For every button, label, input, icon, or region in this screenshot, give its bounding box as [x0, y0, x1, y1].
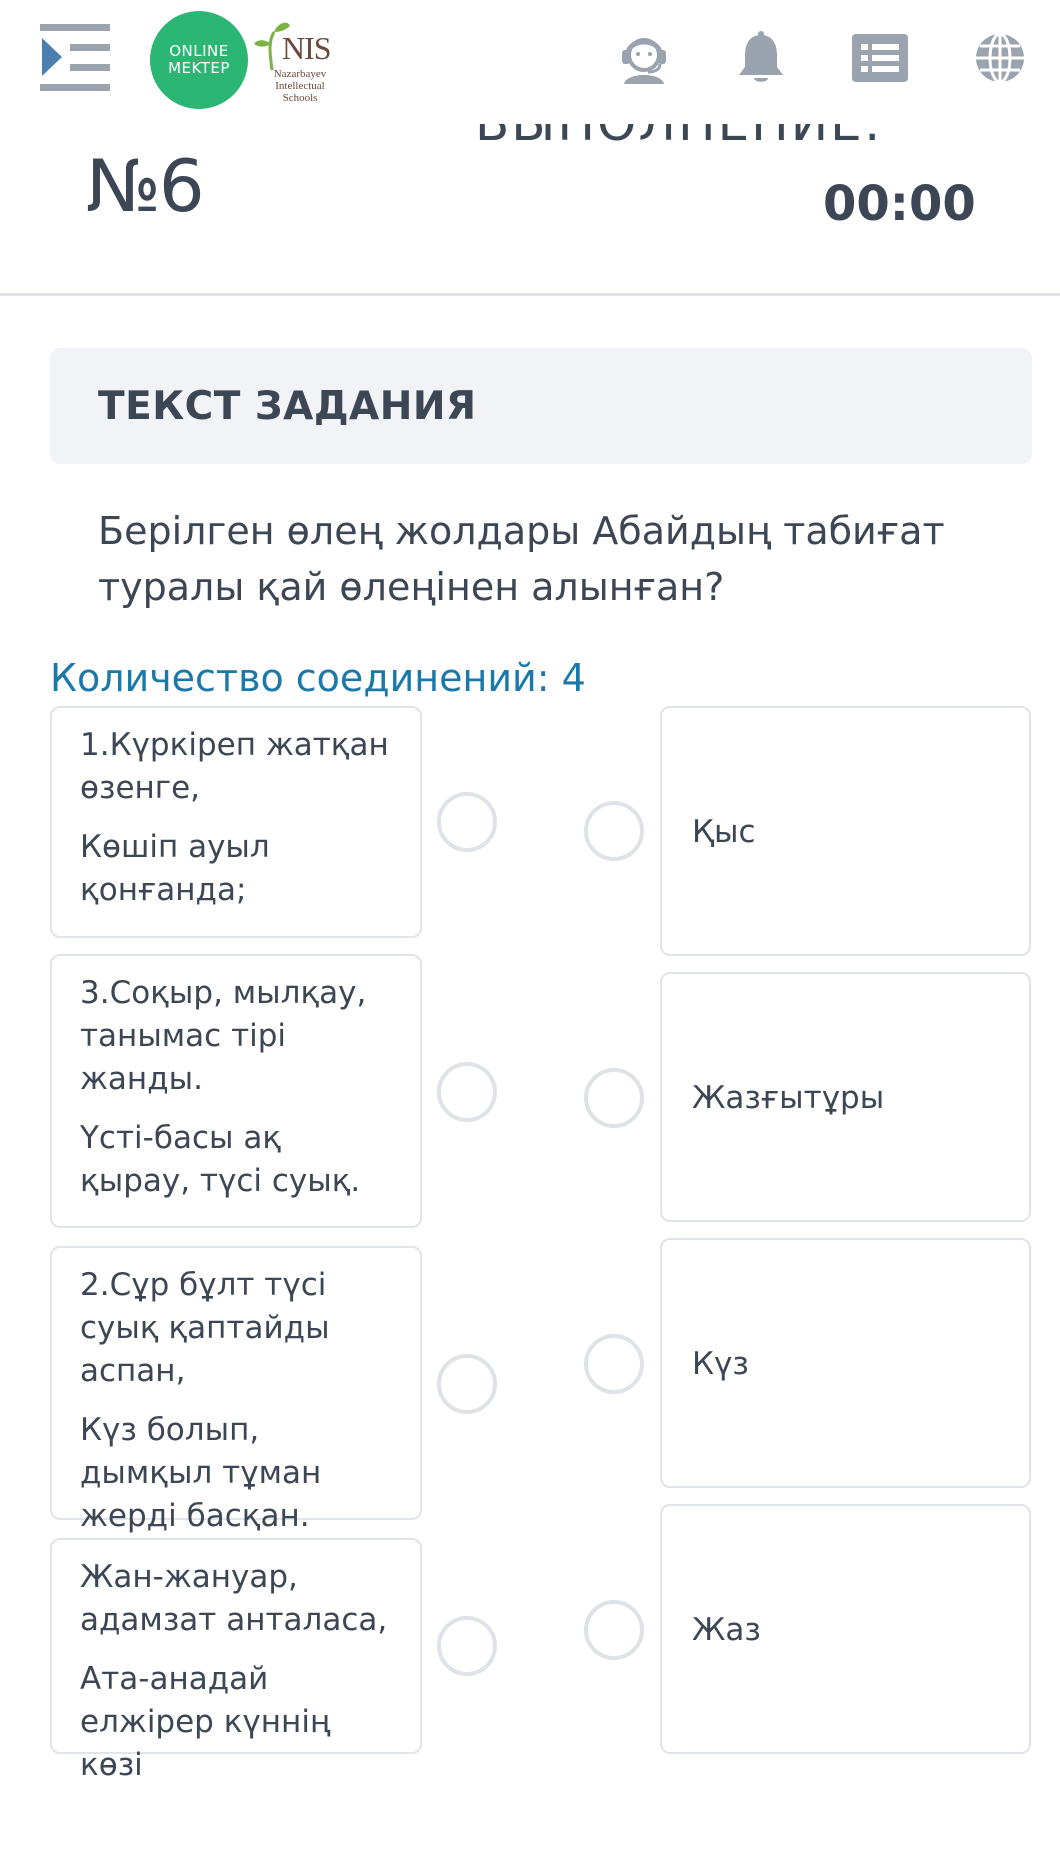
left-item-line1: Жан-жануар, адамзат анталаса,	[80, 1559, 388, 1638]
right-item-3[interactable]: Күз	[660, 1238, 1031, 1488]
right-item-1[interactable]: Қыс	[660, 706, 1031, 956]
task-text-section: ТЕКСТ ЗАДАНИЯ	[50, 348, 1032, 464]
left-item-2[interactable]: 3.Соқыр, мылқау, танымас тірі жанды. Үст…	[50, 954, 422, 1228]
right-item-label: Күз	[692, 1346, 749, 1382]
bell-icon[interactable]	[731, 28, 791, 88]
left-item-4[interactable]: Жан-жануар, адамзат анталаса, Ата-анадай…	[50, 1538, 422, 1783]
left-item-1[interactable]: 1.Күркіреп жатқан өзенге, Көшіп ауыл қон…	[50, 706, 422, 938]
nis-sub-line2: Intellectual	[275, 80, 325, 92]
list-icon[interactable]	[850, 28, 910, 88]
logo-text-line2: MEKTEP	[168, 59, 230, 77]
right-item-2[interactable]: Жазғытұры	[660, 972, 1031, 1222]
nis-sub-line3: Schools	[282, 92, 318, 104]
online-mektep-logo[interactable]: ONLINE MEKTEP	[150, 11, 248, 109]
section-title: ТЕКСТ ЗАДАНИЯ	[98, 384, 477, 429]
right-connector-4[interactable]	[584, 1600, 644, 1660]
left-item-3[interactable]: 2.Сұр бұлт түсі суық қаптайды аспан, Күз…	[50, 1246, 422, 1534]
left-connector-2[interactable]	[437, 1062, 497, 1122]
right-item-label: Жаз	[692, 1612, 761, 1648]
timer: 00:00	[823, 176, 976, 232]
left-item-line2: Ата-анадай елжірер күннің көзі	[80, 1661, 331, 1783]
right-item-label: Қыс	[692, 814, 756, 850]
left-item-line2: Көшіп ауыл қонғанда;	[80, 829, 270, 908]
nis-title: NIS	[282, 30, 332, 66]
right-connector-2[interactable]	[584, 1068, 644, 1128]
nis-sub-line1: Nazarbayev	[273, 68, 327, 80]
task-title-band: №6 ВЫПОЛНЕНИЕ: 00:00	[0, 124, 1060, 296]
right-connector-3[interactable]	[584, 1334, 644, 1394]
left-connector-1[interactable]	[437, 792, 497, 852]
left-connector-3[interactable]	[437, 1354, 497, 1414]
support-agent-icon[interactable]	[614, 28, 674, 88]
right-item-4[interactable]: Жаз	[660, 1504, 1031, 1754]
left-item-line1: 2.Сұр бұлт түсі суық қаптайды аспан,	[80, 1267, 330, 1389]
question-text: Берілген өлең жолдары Абайдың табиғат ту…	[98, 509, 945, 609]
left-item-line1: 1.Күркіреп жатқан өзенге,	[80, 727, 389, 806]
left-item-line1: 3.Соқыр, мылқау, танымас тірі жанды.	[80, 975, 367, 1097]
task-number: №6	[86, 144, 205, 228]
execution-label: ВЫПОЛНЕНИЕ:	[475, 124, 883, 152]
nis-subtitle: Nazarbayev Intellectual Schools	[258, 68, 342, 104]
top-bar: ONLINE MEKTEP NIS Nazarbayev Intellectua…	[0, 0, 1060, 124]
connections-count: Количество соединений: 4	[50, 656, 586, 700]
menu-icon[interactable]	[40, 24, 114, 94]
right-connector-1[interactable]	[584, 801, 644, 861]
globe-icon[interactable]	[970, 28, 1030, 88]
left-item-line2: Күз болып, дымқыл тұман жерді басқан.	[80, 1412, 322, 1534]
logo-text-line1: ONLINE	[169, 42, 229, 60]
nis-logo: NIS Nazarbayev Intellectual Schools	[252, 14, 342, 106]
left-connector-4[interactable]	[437, 1616, 497, 1676]
right-item-label: Жазғытұры	[692, 1080, 885, 1116]
left-item-line2: Үсті-басы ақ қырау, түсі суық.	[80, 1120, 361, 1199]
